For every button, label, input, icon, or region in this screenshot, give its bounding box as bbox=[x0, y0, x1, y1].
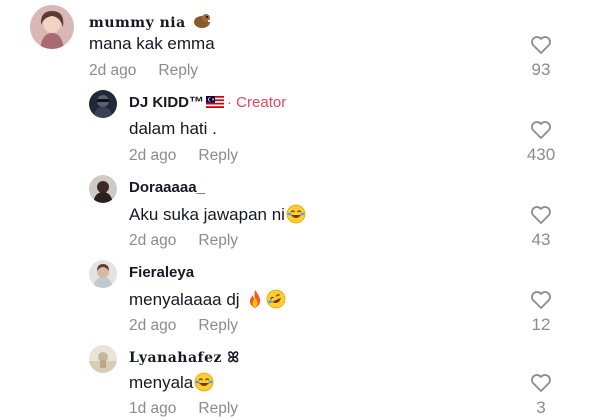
comment-time: 2d ago bbox=[89, 62, 137, 79]
comment-text: dalam hati . bbox=[129, 119, 217, 138]
reply-button[interactable]: Reply bbox=[198, 400, 238, 417]
heart-icon[interactable] bbox=[530, 120, 552, 140]
comment-username[interactable]: DJ KIDD™ · Creator bbox=[129, 94, 286, 111]
comment-username[interactable]: Fieraleya bbox=[129, 264, 194, 281]
comment-text-content: menyalaaaa dj bbox=[129, 290, 240, 309]
avatar[interactable] bbox=[89, 260, 117, 288]
username-text[interactable]: Lyanahafez bbox=[129, 350, 222, 366]
comment-text: menyala bbox=[129, 372, 214, 393]
fire-emoji bbox=[250, 290, 261, 308]
comment-time: 2d ago bbox=[129, 147, 177, 164]
comment-text: Aku suka jawapan ni bbox=[129, 204, 306, 225]
avatar[interactable] bbox=[89, 175, 117, 203]
laughing-tears-emoji bbox=[194, 372, 214, 392]
comment-time: 2d ago bbox=[129, 232, 177, 249]
avatar[interactable] bbox=[89, 90, 117, 118]
avatar[interactable] bbox=[89, 345, 117, 373]
comment-username[interactable]: mummy nia bbox=[89, 10, 212, 31]
heart-icon[interactable] bbox=[530, 373, 552, 393]
comment-text: mana kak emma bbox=[89, 34, 215, 53]
comment-time: 2d ago bbox=[129, 317, 177, 334]
comment-username[interactable]: Lyanahafez ꕤ bbox=[129, 350, 239, 366]
comment-time: 1d ago bbox=[129, 400, 177, 417]
username-text[interactable]: mummy nia bbox=[89, 15, 186, 31]
like-count: 43 bbox=[531, 230, 551, 249]
malaysia-flag-icon bbox=[206, 96, 225, 108]
username-text[interactable]: DJ KIDD™ bbox=[129, 94, 204, 111]
comment-text-content: Aku suka jawapan ni bbox=[129, 205, 285, 224]
reply-button[interactable]: Reply bbox=[198, 147, 238, 164]
like-count: 93 bbox=[531, 60, 551, 79]
like-count: 430 bbox=[526, 145, 556, 164]
comment-username[interactable]: Doraaaaa_ bbox=[129, 179, 205, 196]
reply-button[interactable]: Reply bbox=[158, 62, 198, 79]
comment-meta: 2d ago Reply bbox=[129, 147, 238, 165]
heart-icon[interactable] bbox=[530, 205, 552, 225]
reply-button[interactable]: Reply bbox=[198, 232, 238, 249]
laughing-tears-emoji bbox=[286, 204, 306, 224]
comment-item: Lyanahafez ꕤ menyala 1d ago Reply 3 bbox=[0, 340, 590, 420]
reply-button[interactable]: Reply bbox=[198, 317, 238, 334]
like-count: 12 bbox=[531, 315, 551, 334]
comment-item: Doraaaaa_ Aku suka jawapan ni 2d ago Repl… bbox=[0, 170, 590, 255]
comment-text-content: menyala bbox=[129, 373, 194, 392]
comment-item: mummy nia mana kak emma 2d ago Reply 93 bbox=[0, 0, 590, 85]
heart-icon[interactable] bbox=[530, 290, 552, 310]
creator-badge: · Creator bbox=[227, 94, 287, 111]
comment-meta: 2d ago Reply bbox=[129, 232, 238, 250]
rofl-emoji bbox=[266, 289, 286, 309]
avatar[interactable] bbox=[30, 5, 74, 49]
comment-text: menyalaaaa dj bbox=[129, 289, 286, 310]
comment-meta: 2d ago Reply bbox=[129, 317, 238, 335]
comment-meta: 1d ago Reply bbox=[129, 400, 238, 418]
username-suffix: ꕤ bbox=[227, 350, 240, 366]
beaver-emoji bbox=[194, 14, 211, 28]
comment-item: Fieraleya menyalaaaa dj 2d ago Reply 12 bbox=[0, 255, 590, 340]
comment-meta: 2d ago Reply bbox=[89, 62, 198, 80]
heart-icon[interactable] bbox=[530, 35, 552, 55]
like-count: 3 bbox=[536, 398, 546, 417]
comment-item: DJ KIDD™ · Creator dalam hati . 2d ago Re… bbox=[0, 85, 590, 170]
